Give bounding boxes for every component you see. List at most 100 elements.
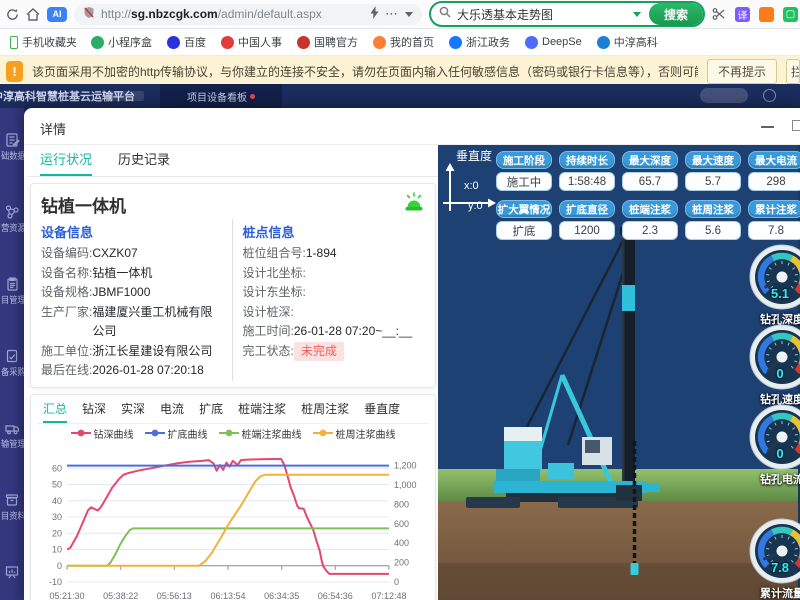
chart-tab[interactable]: 扩底	[199, 397, 223, 423]
svg-text:20: 20	[52, 528, 62, 538]
svg-text:05:21:30: 05:21:30	[49, 591, 84, 600]
chart-tab[interactable]: 桩端注浆	[238, 397, 286, 423]
stat-header: 桩周注浆	[685, 200, 741, 218]
info-label: 设备名称:	[41, 264, 92, 284]
stat-value: 2.3	[622, 221, 678, 240]
svg-text:-10: -10	[49, 577, 62, 587]
bookmarks-bar: 手机收藏夹 小程序盒 百度中国人事国聘官方我的首页浙江政务 DeepSe 中淳高科	[0, 29, 800, 56]
search-dropdown-icon[interactable]	[633, 12, 641, 17]
bookmark-item[interactable]: DeepSe	[525, 36, 582, 49]
tab-history[interactable]: 历史记录	[118, 145, 170, 176]
stat-value: 5.7	[685, 172, 741, 191]
site-header: 中淳高科智慧桩基云运输平台 项目设备看板	[0, 84, 800, 108]
info-label: 设备规格:	[41, 283, 92, 303]
svg-text:07:12:48: 07:12:48	[371, 591, 406, 600]
stat-header: 持续时长	[559, 151, 615, 169]
green-extension-icon[interactable]: ▢	[783, 7, 798, 22]
info-value: 浙江长星建设有限公司	[92, 342, 212, 362]
bookmark-item[interactable]: 浙江政务	[449, 34, 510, 50]
search-button[interactable]: 搜索	[649, 3, 703, 25]
active-nav-tab[interactable]: 项目设备看板	[160, 84, 282, 108]
tab-running-status[interactable]: 运行状况	[40, 145, 92, 176]
nav-menu-item[interactable]	[108, 91, 144, 101]
info-row: 设备规格: JBMF1000	[41, 283, 224, 303]
dismiss-warning-button[interactable]: 不再提示	[707, 59, 777, 84]
info-label: 最后在线:	[41, 361, 92, 381]
chevron-down-icon[interactable]	[405, 12, 413, 17]
header-help-icon[interactable]	[763, 89, 776, 102]
chart-tab[interactable]: 汇总	[43, 397, 67, 423]
insecure-shield-icon	[83, 6, 95, 22]
header-user-pill[interactable]	[700, 88, 748, 103]
sidebar-item[interactable]: 备采购	[0, 348, 24, 378]
bookmark-item[interactable]: 手机收藏夹	[10, 34, 76, 50]
bookmark-item[interactable]: 我的首页	[373, 34, 434, 50]
bookmark-item[interactable]: 国聘官方	[297, 34, 358, 50]
detail-tabs: 运行状况历史记录	[28, 145, 438, 177]
orange-extension-icon[interactable]	[759, 7, 774, 22]
legend-item[interactable]: 扩底曲线	[145, 426, 208, 441]
bookmark-label: 小程序盒	[108, 34, 152, 50]
bookmark-icon	[91, 36, 104, 49]
left-nav-sidebar: 础数据营资源目管理备采购输管理目资料	[0, 108, 24, 600]
stat-value: 7.8	[748, 221, 800, 240]
bookmark-label: 中淳高科	[614, 34, 658, 50]
info-row: 施工单位: 浙江长星建设有限公司	[41, 342, 224, 362]
notification-dot-icon	[250, 94, 255, 99]
svg-text:40: 40	[52, 495, 62, 505]
sidebar-item[interactable]: 目资料	[0, 492, 24, 522]
sidebar-item[interactable]: 输管理	[0, 420, 24, 450]
bookmark-item[interactable]: 小程序盒	[91, 34, 152, 50]
info-label: 生产厂家:	[41, 303, 92, 342]
sidebar-item-label: 营资源	[1, 221, 23, 234]
chart-tab[interactable]: 钻深	[82, 397, 106, 423]
chart-tab[interactable]: 垂直度	[364, 397, 400, 423]
sidebar-item[interactable]: 目管理	[0, 276, 24, 306]
chart-tab[interactable]: 桩周注浆	[301, 397, 349, 423]
search-input[interactable]: 大乐透基本走势图	[457, 6, 627, 23]
svg-text:06:54:36: 06:54:36	[318, 591, 353, 600]
bookmark-item[interactable]: 中淳高科	[597, 34, 658, 50]
url-text: http://sg.nbzcgk.com/admin/default.aspx	[101, 7, 364, 21]
chart-tab[interactable]: 实深	[121, 397, 145, 423]
secondary-warning-button[interactable]: 拦	[786, 59, 800, 84]
sidebar-item-label: 备采购	[1, 365, 23, 378]
flash-icon[interactable]	[370, 6, 379, 22]
bookmark-item[interactable]: 百度	[167, 34, 206, 50]
sidebar-item[interactable]	[0, 564, 24, 580]
browser-toolbar: AI http://sg.nbzcgk.com/admin/default.as…	[0, 0, 800, 29]
info-row: 生产厂家: 福建厦兴重工机械有限公司	[41, 303, 224, 342]
modal-header: 详情	[24, 108, 800, 145]
legend-item[interactable]: 钻深曲线	[71, 426, 134, 441]
search-box[interactable]: 大乐透基本走势图 搜索	[429, 1, 705, 27]
info-label: 施工单位:	[41, 342, 92, 362]
url-bar[interactable]: http://sg.nbzcgk.com/admin/default.aspx …	[74, 4, 422, 25]
search-icon	[439, 5, 451, 23]
translate-icon[interactable]: 译	[735, 7, 750, 22]
legend-item[interactable]: 桩周注浆曲线	[313, 426, 396, 441]
chart-tab[interactable]: 电流	[160, 397, 184, 423]
reload-icon[interactable]	[6, 8, 19, 21]
device-info-heading: 设备信息	[41, 222, 224, 241]
maximize-icon[interactable]	[792, 120, 800, 131]
legend-item[interactable]: 桩端注浆曲线	[219, 426, 302, 441]
ai-assistant-badge[interactable]: AI	[47, 7, 67, 22]
info-row: 设备编码: CXZK07	[41, 244, 224, 264]
device-info-card: 钻植一体机 设备信息 设备编码: CXZK07设备名称: 钻植一体机设备规格: …	[30, 183, 436, 388]
gauge-label: 累计流量	[744, 585, 800, 600]
home-icon[interactable]	[26, 8, 40, 21]
info-value: 福建厦兴重工机械有限公司	[92, 303, 223, 342]
sidebar-item[interactable]: 营资源	[0, 204, 24, 234]
sidebar-item[interactable]: 础数据	[0, 132, 24, 162]
bookmark-item[interactable]: 中国人事	[221, 34, 282, 50]
scissors-icon[interactable]	[712, 7, 726, 21]
legend-marker-icon	[313, 429, 333, 437]
bookmark-label: DeepSe	[542, 36, 582, 48]
legend-marker-icon	[71, 429, 91, 437]
chart-legend: 钻深曲线扩底曲线桩端注浆曲线桩周注浆曲线	[37, 425, 429, 442]
bookmark-label: 百度	[184, 34, 206, 50]
more-options-icon[interactable]: ⋯	[385, 6, 399, 22]
stat-header: 最大深度	[622, 151, 678, 169]
minimize-icon[interactable]	[761, 126, 774, 128]
sidebar-item-label: 输管理	[1, 437, 23, 450]
